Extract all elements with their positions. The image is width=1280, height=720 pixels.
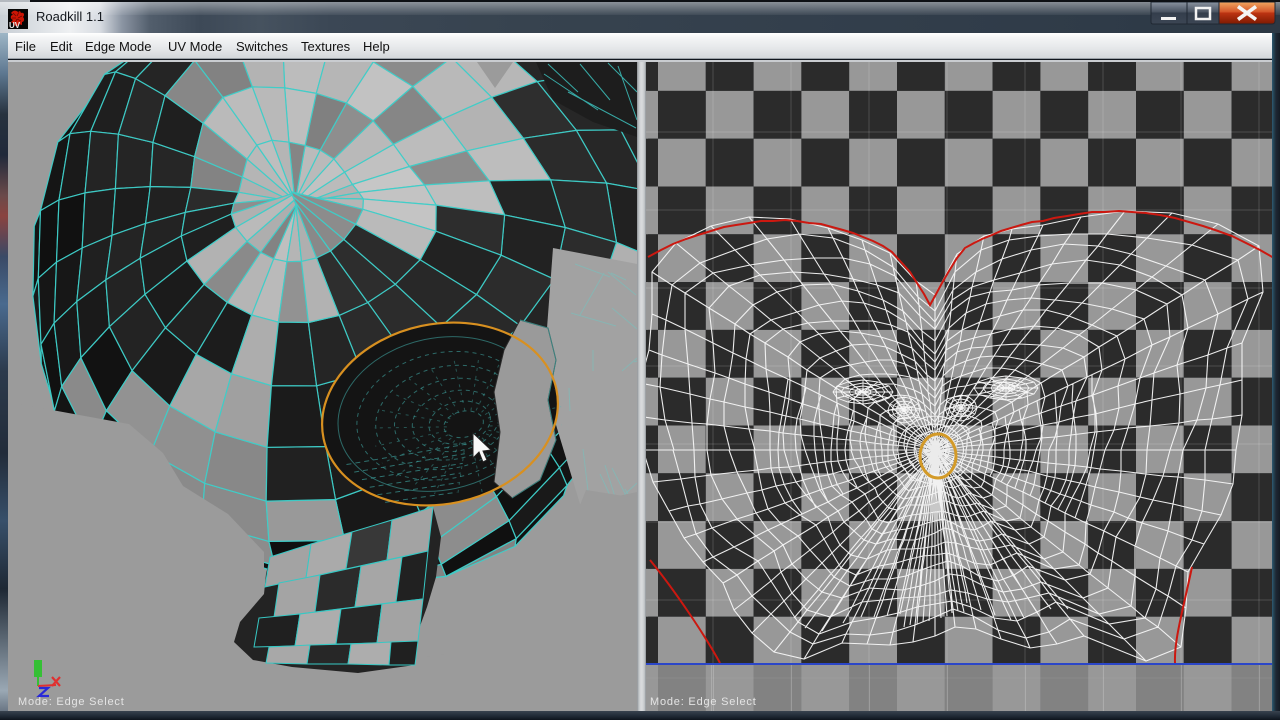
svg-text:UV: UV [9, 21, 21, 29]
